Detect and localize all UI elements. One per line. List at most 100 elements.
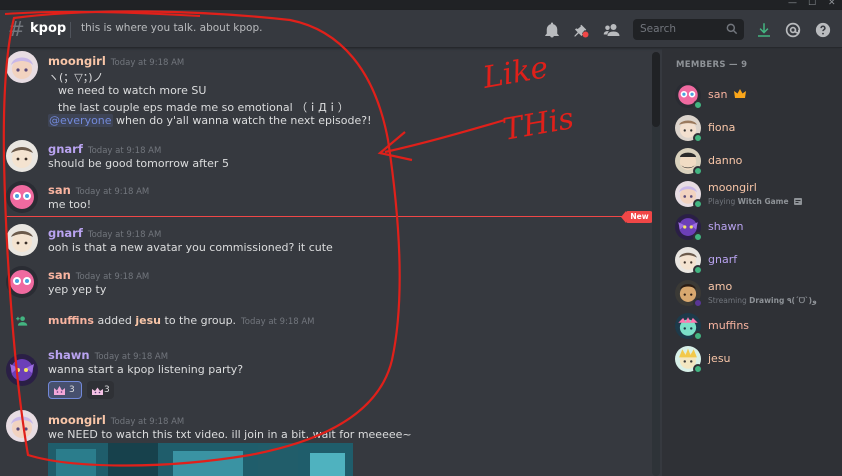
avatar[interactable]	[6, 266, 38, 298]
add-user-icon	[16, 316, 28, 326]
timestamp: Today at 9:18 AM	[110, 417, 185, 427]
member-item[interactable]: danno	[662, 145, 842, 177]
message-text: should be good tomorrow after 5	[48, 157, 229, 170]
reaction-button[interactable]: 3	[87, 381, 114, 399]
system-text: muffins added jesu to the group. Today at…	[48, 314, 315, 327]
member-activity: Streaming Drawing ٩(ˊᗜˋ)و	[708, 296, 817, 305]
message-text: wanna start a kpop listening party?	[48, 363, 244, 376]
timestamp: Today at 9:18 AM	[75, 272, 150, 282]
timestamp: Today at 9:18 AM	[110, 58, 185, 68]
minimize-button[interactable]: —	[788, 0, 797, 8]
video-embed[interactable]	[48, 443, 353, 476]
message-text: @everyone when do y'all wanna watch the …	[48, 114, 372, 127]
channel-topic[interactable]: this is where you talk. about kpop.	[81, 22, 262, 34]
title-bar: — ☐ ✕	[0, 0, 842, 10]
username[interactable]: san Today at 9:18 AM	[48, 183, 149, 197]
reaction-count: 3	[69, 385, 75, 395]
members-icon[interactable]	[603, 21, 621, 39]
member-name: jesu	[708, 352, 731, 365]
bell-icon[interactable]	[543, 21, 561, 39]
avatar[interactable]	[6, 51, 38, 83]
member-item[interactable]: shawn	[662, 211, 842, 243]
member-name: shawn	[708, 220, 744, 233]
search-icon	[726, 23, 738, 35]
mention-icon[interactable]	[784, 21, 802, 39]
members-header: MEMBERS — 9	[676, 60, 748, 70]
rich-presence-icon	[793, 198, 802, 205]
avatar[interactable]	[6, 410, 38, 442]
download-icon[interactable]	[755, 21, 773, 39]
member-name: moongirl	[708, 181, 757, 194]
streaming-status-icon	[693, 298, 703, 308]
message-text: the last couple eps made me so emotional…	[58, 101, 349, 114]
message-text: we need to watch more SU	[58, 84, 207, 97]
message-text: ooh is that a new avatar you commissione…	[48, 241, 333, 254]
reaction-emoji-icon	[54, 386, 65, 395]
message-text: me too!	[48, 198, 92, 211]
timestamp: Today at 9:18 AM	[75, 187, 150, 197]
timestamp: Today at 9:18 AM	[87, 230, 162, 240]
help-icon[interactable]	[814, 21, 832, 39]
member-item[interactable]: amo Streaming Drawing ٩(ˊᗜˋ)و	[662, 277, 842, 309]
scrollbar-thumb[interactable]	[652, 52, 660, 127]
avatar[interactable]	[6, 224, 38, 256]
search-placeholder: Search	[640, 23, 677, 35]
channel-header: # kpop this is where you talk. about kpo…	[0, 10, 842, 48]
online-status-icon	[693, 199, 703, 209]
online-status-icon	[693, 232, 703, 242]
avatar[interactable]	[6, 354, 38, 386]
member-item[interactable]: gnarf	[662, 244, 842, 276]
reaction-emoji-icon	[92, 387, 103, 395]
username[interactable]: gnarf Today at 9:18 AM	[48, 142, 161, 156]
online-status-icon	[693, 133, 703, 143]
member-item[interactable]: muffins	[662, 310, 842, 342]
message-list[interactable]: moongirl Today at 9:18 AM ヽ(；▽；)ノ we need…	[0, 49, 655, 476]
crown-icon	[733, 89, 746, 98]
avatar[interactable]	[6, 140, 38, 172]
member-list: MEMBERS — 9 san fiona danno moongirl Pla…	[662, 49, 842, 476]
online-status-icon	[693, 100, 703, 110]
member-name: fiona	[708, 121, 736, 134]
member-name: amo	[708, 280, 733, 293]
video-thumbnail	[48, 443, 353, 476]
hashtag-icon: #	[8, 17, 25, 41]
everyone-mention[interactable]: @everyone	[48, 114, 113, 127]
new-badge: New	[621, 211, 653, 223]
member-item[interactable]: moongirl Playing Witch Game	[662, 178, 842, 210]
online-status-icon	[693, 265, 703, 275]
channel-name: kpop	[30, 21, 67, 36]
member-activity: Playing Witch Game	[708, 197, 802, 206]
member-item[interactable]: san	[662, 79, 842, 111]
message-text: yep yep ty	[48, 283, 107, 296]
pin-icon[interactable]	[572, 21, 590, 39]
username[interactable]: shawn Today at 9:18 AM	[48, 348, 168, 362]
system-actor[interactable]: muffins	[48, 314, 94, 327]
username[interactable]: moongirl Today at 9:18 AM	[48, 413, 184, 427]
online-status-icon	[693, 166, 703, 176]
header-divider	[70, 22, 71, 38]
online-status-icon	[693, 331, 703, 341]
member-name: gnarf	[708, 253, 738, 266]
search-input[interactable]: Search	[633, 19, 744, 40]
timestamp: Today at 9:18 AM	[94, 352, 169, 362]
close-window-button[interactable]: ✕	[828, 0, 836, 8]
username[interactable]: san Today at 9:18 AM	[48, 268, 149, 282]
maximize-button[interactable]: ☐	[808, 0, 816, 8]
username[interactable]: gnarf Today at 9:18 AM	[48, 226, 161, 240]
username[interactable]: moongirl Today at 9:18 AM	[48, 54, 184, 68]
reaction-count: 3	[104, 385, 110, 395]
online-status-icon	[693, 364, 703, 374]
timestamp: Today at 9:18 AM	[241, 317, 315, 327]
avatar[interactable]	[6, 181, 38, 213]
member-name: muffins	[708, 319, 750, 332]
member-item[interactable]: jesu	[662, 343, 842, 375]
message-text: we NEED to watch this txt video. ill joi…	[48, 428, 412, 441]
member-name: danno	[708, 154, 743, 167]
reaction-button[interactable]: 3	[48, 381, 82, 399]
new-messages-divider	[6, 216, 651, 217]
member-name: san	[708, 88, 746, 101]
member-item[interactable]: fiona	[662, 112, 842, 144]
timestamp: Today at 9:18 AM	[87, 146, 162, 156]
system-target[interactable]: jesu	[135, 314, 161, 327]
message-text: ヽ(；▽；)ノ	[48, 71, 104, 84]
